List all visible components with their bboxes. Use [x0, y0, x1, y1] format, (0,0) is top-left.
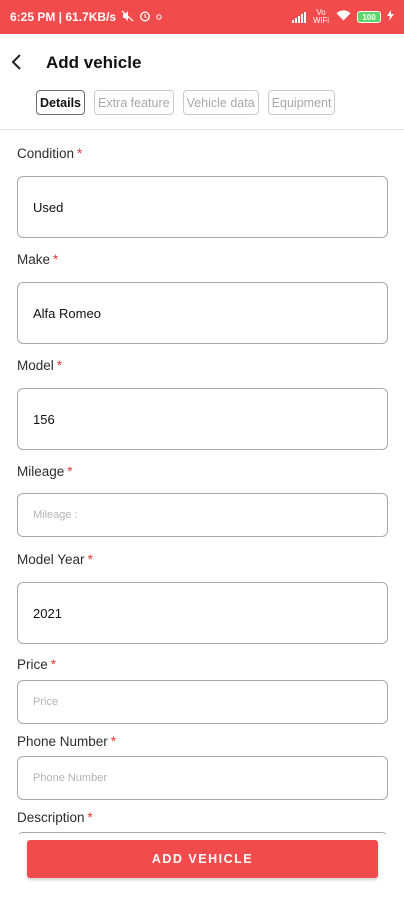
phone-number-label: Phone Number * [17, 734, 116, 749]
required-marker: * [56, 358, 63, 373]
label-text: Price [17, 657, 48, 672]
wifi-icon [336, 10, 351, 24]
bottom-action-bar: ADD VEHICLE [0, 834, 404, 900]
condition-label: Condition * [17, 146, 82, 161]
vehicle-details-form: Condition * Used Make * Alfa Romeo Model * … [17, 130, 388, 834]
label-text: Make [17, 252, 51, 267]
battery-level: 100 [362, 12, 376, 22]
tab-vehicle-data[interactable]: Vehicle data [182, 90, 259, 115]
status-left: 6:25 PM | 61.7KB/s [10, 10, 162, 25]
notification-dot-icon [156, 11, 162, 23]
add-vehicle-button[interactable]: ADD VEHICLE [27, 840, 378, 878]
tab-label: Equipment [271, 95, 332, 110]
model-label: Model * [17, 358, 62, 373]
label-text: Model Year [17, 552, 85, 567]
condition-select[interactable]: Used [17, 176, 388, 238]
network-label: Vo WiFi [313, 8, 329, 25]
model-year-label: Model Year * [17, 552, 93, 567]
model-value: 156 [33, 411, 55, 427]
tab-label: Details [40, 95, 81, 110]
required-marker: * [53, 252, 59, 267]
tab-label: Extra feature [98, 95, 170, 110]
label-text: Mileage [17, 464, 65, 479]
make-value: Alfa Romeo [33, 305, 101, 321]
mileage-placeholder: Mileage : [33, 509, 78, 521]
phone-number-input[interactable]: Phone Number [17, 756, 388, 800]
add-vehicle-label: ADD VEHICLE [151, 852, 254, 866]
model-year-select[interactable]: 2021 [17, 582, 388, 644]
status-right: Vo WiFi 100 [292, 9, 394, 25]
battery-icon: 100 [357, 11, 381, 23]
mute-icon [121, 10, 134, 25]
label-text: Model [17, 358, 54, 373]
required-marker: * [50, 657, 57, 672]
required-marker: * [67, 464, 73, 479]
status-bar: 6:25 PM | 61.7KB/s Vo WiFi 100 [0, 0, 404, 34]
back-arrow-icon[interactable] [6, 50, 26, 74]
label-text: Description [17, 810, 85, 825]
required-marker: * [87, 810, 93, 825]
label-text: Phone Number [17, 734, 108, 749]
price-label: Price * [17, 657, 56, 672]
phone-number-placeholder: Phone Number [33, 772, 107, 784]
tab-equipment[interactable]: Equipment [267, 90, 336, 115]
app-header: Add vehicle Details Extra feature Vehicl… [0, 34, 404, 130]
make-label: Make * [17, 252, 58, 267]
tab-label: Vehicle data [186, 95, 255, 110]
required-marker: * [110, 734, 117, 749]
page-title: Add vehicle [46, 53, 142, 72]
model-year-value: 2021 [33, 605, 62, 621]
charging-icon [387, 10, 394, 24]
signal-icon [292, 11, 306, 23]
description-label: Description * [17, 810, 93, 825]
make-select[interactable]: Alfa Romeo [17, 282, 388, 344]
condition-value: Used [33, 199, 64, 215]
price-placeholder: Price [33, 696, 59, 708]
tab-extra-feature[interactable]: Extra feature [94, 90, 174, 115]
tab-bar: Details Extra feature Vehicle data Equip… [36, 90, 336, 115]
status-time-speed: 6:25 PM | 61.7KB/s [10, 10, 117, 24]
alarm-icon [139, 10, 151, 25]
required-marker: * [87, 552, 93, 567]
mileage-label: Mileage * [17, 464, 73, 479]
price-input[interactable]: Price [17, 680, 388, 724]
label-text: Condition [17, 146, 75, 161]
mileage-input[interactable]: Mileage : [17, 493, 388, 537]
required-marker: * [77, 146, 83, 161]
tab-details[interactable]: Details [36, 90, 85, 115]
model-select[interactable]: 156 [17, 388, 388, 450]
